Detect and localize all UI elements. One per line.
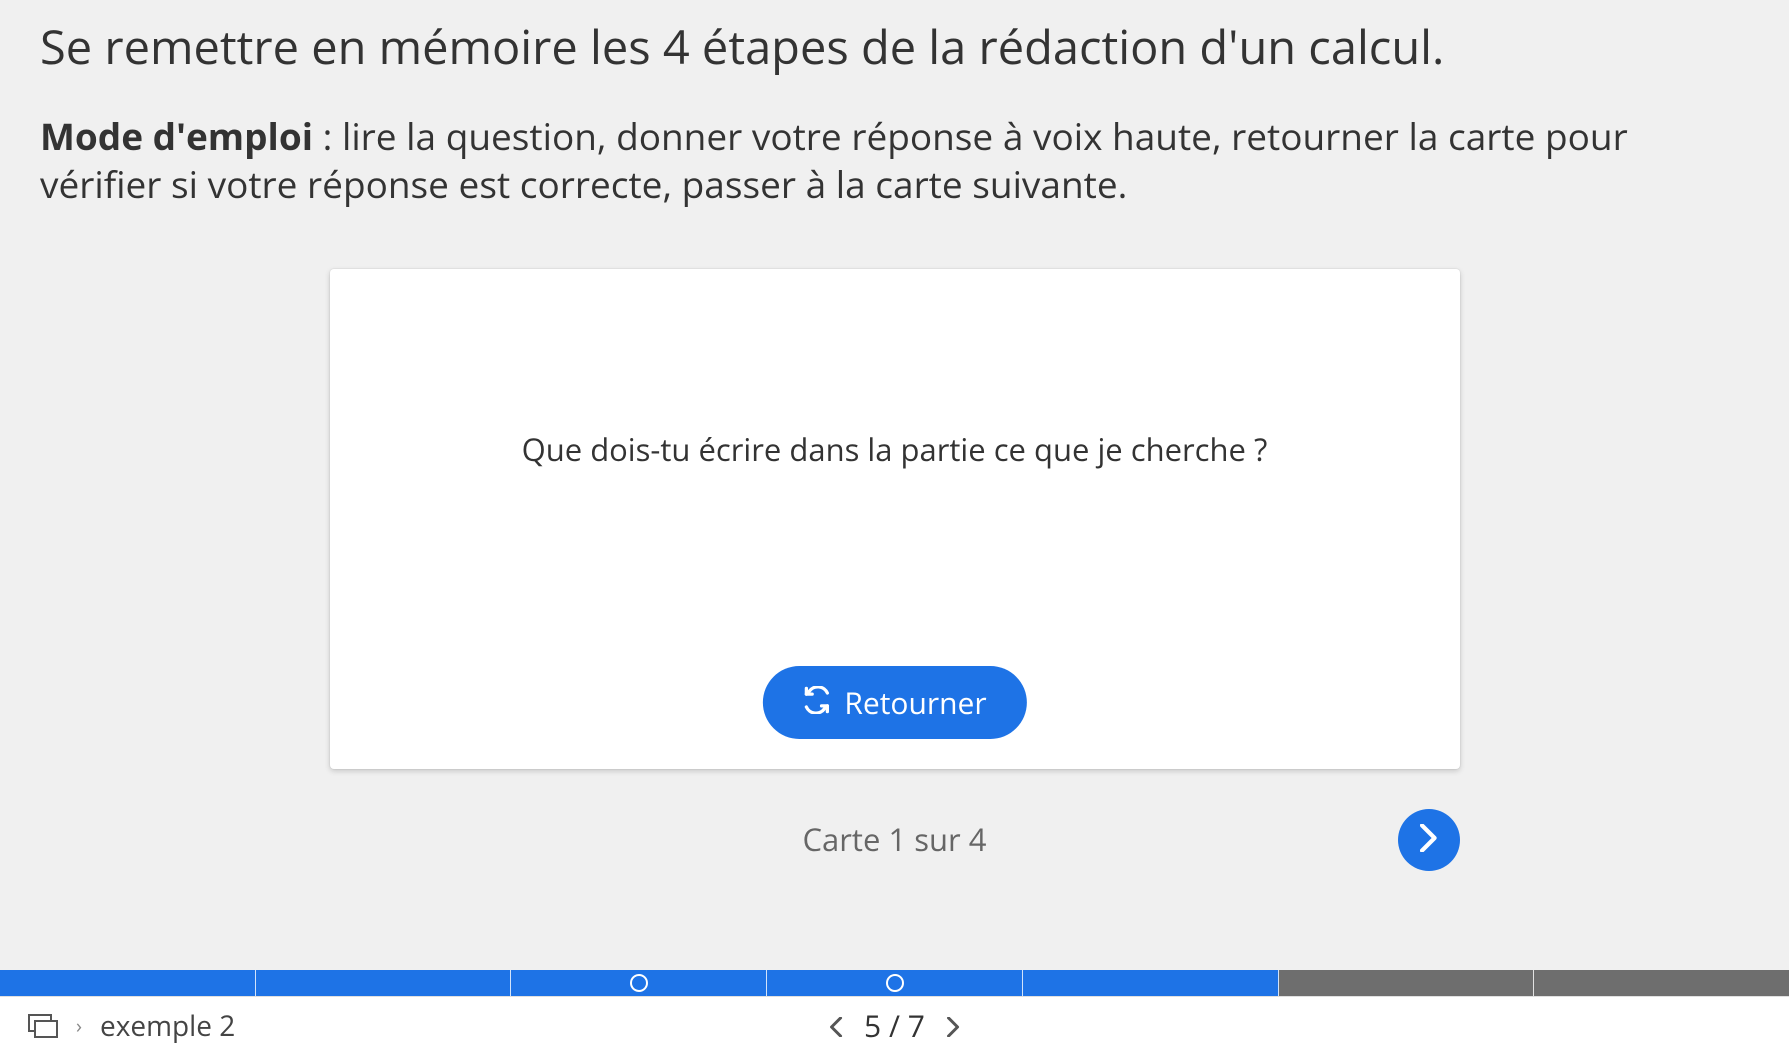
progress-segment[interactable] [1279, 970, 1535, 996]
page-title: Se remettre en mémoire les 4 étapes de l… [40, 18, 1749, 74]
flashcard-question: Que dois-tu écrire dans la partie ce que… [482, 429, 1308, 471]
progress-segment[interactable] [1023, 970, 1279, 996]
progress-marker-icon [630, 974, 648, 992]
flashcard[interactable]: Que dois-tu écrire dans la partie ce que… [330, 269, 1460, 769]
progress-segment[interactable] [0, 970, 256, 996]
next-card-button[interactable] [1398, 809, 1460, 871]
breadcrumb-item[interactable]: exemple 2 [100, 1007, 235, 1045]
flip-card-button[interactable]: Retourner [762, 666, 1026, 739]
chevron-right-icon [1420, 824, 1438, 855]
progress-segment[interactable] [767, 970, 1023, 996]
card-counter: Carte 1 sur 4 [803, 819, 987, 861]
instructions-label: Mode d'emploi [40, 110, 313, 161]
refresh-icon [802, 682, 830, 723]
next-page-button[interactable] [947, 1016, 961, 1036]
progress-segment[interactable] [511, 970, 767, 996]
instructions-text: Mode d'emploi : lire la question, donner… [40, 112, 1749, 208]
chevron-right-icon [947, 1005, 961, 1046]
chevron-left-icon [828, 1005, 842, 1046]
page-indicator: 5 / 7 [864, 1005, 925, 1046]
progress-marker-icon [886, 974, 904, 992]
breadcrumb-separator-icon: › [76, 1012, 82, 1039]
flip-card-label: Retourner [844, 682, 986, 723]
progress-bar[interactable] [0, 970, 1789, 996]
progress-segment[interactable] [1534, 970, 1789, 996]
slides-icon[interactable] [28, 1014, 58, 1038]
footer-bar: › exemple 2 5 / 7 [0, 996, 1789, 1054]
progress-segment[interactable] [256, 970, 512, 996]
prev-page-button[interactable] [828, 1016, 842, 1036]
